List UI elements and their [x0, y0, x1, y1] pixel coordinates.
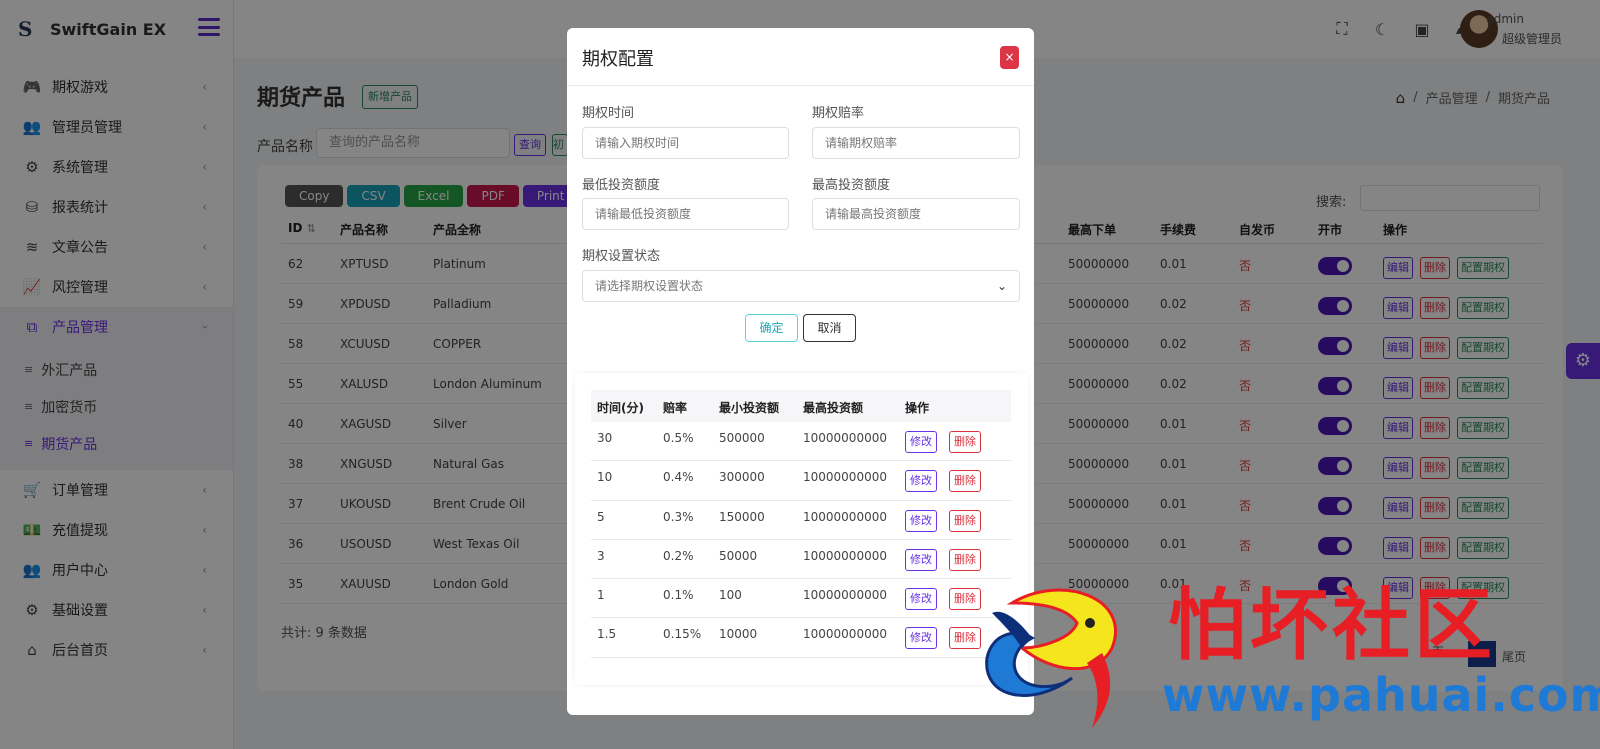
- status-label: 期权设置状态: [582, 249, 661, 264]
- oth-time: 时间(分): [597, 401, 644, 415]
- opt-min: 10000: [719, 627, 758, 642]
- option-delete-button[interactable]: 删除: [949, 548, 981, 571]
- max-input[interactable]: 请输最高投资额度: [812, 198, 1020, 230]
- watermark-url: www.pahuai.com: [1162, 668, 1600, 722]
- opt-max: 10000000000: [803, 588, 887, 603]
- cancel-button[interactable]: 取消: [803, 314, 856, 342]
- opt-rate: 0.3%: [663, 509, 694, 524]
- watermark-text: 怕坏社区: [1168, 580, 1497, 671]
- opt-min: 300000: [719, 470, 765, 485]
- oth-min: 最小投资额: [719, 401, 780, 415]
- option-edit-button[interactable]: 修改: [905, 509, 937, 532]
- option-edit-button[interactable]: 修改: [905, 627, 937, 650]
- modal-title: 期权配置: [582, 49, 654, 70]
- option-row: 3 0.2% 50000 10000000000 修改 删除: [591, 540, 1011, 580]
- min-input[interactable]: 请输最低投资额度: [582, 198, 789, 230]
- close-button[interactable]: ×: [1000, 46, 1019, 69]
- opt-time: 10: [597, 470, 613, 485]
- opt-min: 150000: [719, 509, 765, 524]
- status-select[interactable]: 请选择期权设置状态 ⌄: [582, 270, 1020, 302]
- opt-max: 10000000000: [803, 627, 887, 642]
- confirm-button[interactable]: 确定: [745, 314, 798, 342]
- option-delete-button[interactable]: 删除: [949, 509, 981, 532]
- opt-max: 10000000000: [803, 548, 887, 563]
- rate-label: 期权赔率: [812, 106, 865, 121]
- opt-time: 1: [597, 588, 605, 603]
- opt-max: 10000000000: [803, 470, 887, 485]
- opt-rate: 0.2%: [663, 548, 694, 563]
- chevron-down-icon: ⌄: [996, 279, 1007, 293]
- opt-time: 3: [597, 548, 605, 563]
- option-config-modal: 期权配置 × 期权时间 请输入期权时间 期权赔率 请输期权赔率 最低投资额度 请…: [567, 28, 1034, 715]
- opt-max: 10000000000: [803, 431, 887, 445]
- max-label: 最高投资额度: [812, 178, 891, 193]
- opt-min: 500000: [719, 431, 765, 445]
- option-row: 5 0.3% 150000 10000000000 修改 删除: [591, 501, 1011, 540]
- opt-max: 10000000000: [803, 509, 887, 524]
- min-label: 最低投资额度: [582, 178, 661, 193]
- option-edit-button[interactable]: 修改: [905, 548, 937, 571]
- option-edit-button[interactable]: 修改: [905, 588, 937, 611]
- oth-ops: 操作: [905, 401, 930, 415]
- opt-time: 5: [597, 509, 605, 524]
- option-row: 1 0.1% 100 10000000000 修改 删除: [591, 579, 1011, 619]
- opt-rate: 0.4%: [663, 470, 694, 485]
- options-table-header: 时间(分) 赔率 最小投资额 最高投资额 操作: [591, 390, 1011, 422]
- option-row: 30 0.5% 500000 10000000000 修改 删除: [591, 422, 1011, 462]
- option-edit-button[interactable]: 修改: [905, 470, 937, 493]
- status-select-value: 请选择期权设置状态: [595, 279, 704, 293]
- option-delete-button[interactable]: 删除: [949, 431, 981, 453]
- option-row: 10 0.4% 300000 10000000000 修改 删除: [591, 461, 1011, 501]
- fish-logo-icon: [985, 588, 1117, 728]
- rate-input[interactable]: 请输期权赔率: [812, 127, 1020, 159]
- opt-time: 1.5: [597, 627, 617, 642]
- option-delete-button[interactable]: 删除: [949, 470, 981, 493]
- options-table: 时间(分) 赔率 最小投资额 最高投资额 操作 30 0.5% 500000 1000…: [591, 390, 1011, 658]
- time-input[interactable]: 请输入期权时间: [582, 127, 789, 159]
- oth-rate: 赔率: [663, 401, 688, 415]
- opt-min: 100: [719, 588, 742, 603]
- watermark: 怕坏社区 www.pahuai.com: [972, 578, 1600, 749]
- time-label: 期权时间: [582, 106, 635, 121]
- oth-max: 最高投资额: [803, 401, 864, 415]
- option-edit-button[interactable]: 修改: [905, 431, 937, 453]
- option-row: 1.5 0.15% 10000 10000000000 修改 删除: [591, 618, 1011, 658]
- opt-rate: 0.1%: [663, 588, 694, 603]
- modal-header: 期权配置 ×: [567, 28, 1034, 86]
- opt-min: 50000: [719, 548, 758, 563]
- opt-rate: 0.5%: [663, 431, 694, 445]
- opt-rate: 0.15%: [663, 627, 702, 642]
- opt-time: 30: [597, 431, 613, 445]
